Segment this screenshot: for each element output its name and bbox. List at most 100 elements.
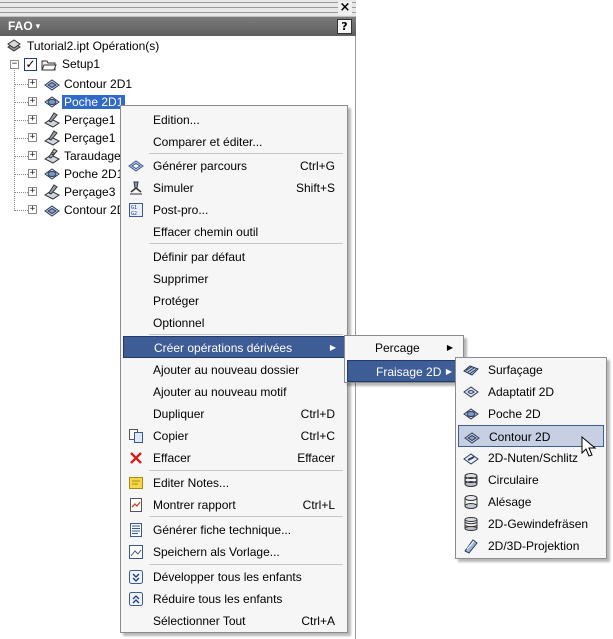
expand-all-icon — [129, 570, 143, 584]
menu-item-label: Effacer chemin outil — [153, 225, 259, 239]
tree-operation-label: Perçage1 — [64, 131, 116, 145]
menu-item-collapse-all-children[interactable]: Réduire tous les enfants — [123, 588, 345, 610]
pocket-icon — [44, 168, 60, 180]
menu-item-edit-notes[interactable]: Editer Notes... — [123, 472, 345, 494]
menu-item-expand-all-children[interactable]: Développer tous les enfants — [123, 566, 345, 588]
folder-open-icon — [41, 60, 57, 71]
menu-separator — [149, 243, 343, 244]
submenu-item-thread-milling-2d[interactable]: 2D-Gewindefräsen — [458, 513, 604, 535]
menu-item-compare-edit[interactable]: Comparer et éditer... — [123, 131, 345, 153]
menu-item-generate-toolpath[interactable]: Générer parcours Ctrl+G — [123, 155, 345, 177]
menu-item-label: Montrer rapport — [153, 498, 236, 512]
menu-item-protect[interactable]: Protéger — [123, 290, 345, 312]
tree-expand-toggle[interactable]: + — [28, 79, 37, 88]
tree-expand-toggle[interactable]: + — [28, 205, 37, 214]
tree-operation-item[interactable]: Perçage3 — [62, 183, 117, 201]
tree-operation-label: Taraudage — [64, 149, 121, 163]
tree-expand-toggle[interactable]: + — [28, 151, 37, 160]
tree-operation-label: Contour 2D — [64, 203, 126, 217]
tree-operation-item[interactable]: Contour 2D1 — [62, 75, 134, 93]
menu-item-create-derived-operations[interactable]: Créer opérations dérivées ▶ — [123, 336, 345, 358]
menu-item-shortcut: Ctrl+L — [302, 498, 335, 512]
tree-operation-label: Poche 2D1 — [64, 167, 124, 181]
tree-operation-item[interactable]: Contour 2D — [62, 201, 127, 219]
submenu-item-label: Poche 2D — [488, 407, 541, 421]
submenu-arrow-icon: ▶ — [445, 367, 452, 376]
menu-item-copy[interactable]: Copier Ctrl+C — [123, 425, 345, 447]
title-dropdown-icon[interactable]: ▾ — [36, 17, 41, 36]
collapse-all-icon — [129, 592, 143, 606]
menu-item-edit[interactable]: Edition... — [123, 109, 345, 131]
copy-icon — [129, 429, 143, 443]
menu-item-add-to-new-pattern[interactable]: Ajouter au nouveau motif — [123, 381, 345, 403]
menu-item-label: Editer Notes... — [153, 476, 230, 490]
menu-item-add-to-new-folder[interactable]: Ajouter au nouveau dossier — [123, 359, 345, 381]
menu-item-label: Post-pro... — [153, 203, 209, 217]
tree-operation-item[interactable]: Poche 2D1 — [62, 165, 125, 183]
drill-icon — [44, 184, 60, 200]
menu-item-delete[interactable]: Effacer Effacer — [123, 447, 345, 469]
close-icon[interactable]: × — [338, 1, 352, 15]
tree-expand-toggle[interactable]: + — [28, 115, 37, 124]
circular-icon — [464, 473, 478, 487]
menu-item-show-report[interactable]: Montrer rapport Ctrl+L — [123, 494, 345, 516]
submenu-item-label: 2D-Gewindefräsen — [488, 517, 589, 531]
tree-operation-label: Poche 2D1 — [62, 95, 126, 109]
submenu-item-facing[interactable]: Surfaçage — [458, 359, 604, 381]
simulate-icon — [130, 181, 142, 195]
note-icon — [129, 477, 143, 489]
tap-icon — [44, 148, 60, 164]
menu-item-select-all[interactable]: Sélectionner Tout Ctrl+A — [123, 610, 345, 632]
tree-operation-item[interactable]: Perçage1 — [62, 111, 117, 129]
submenu-item-pocket-2d[interactable]: Poche 2D — [458, 403, 604, 425]
submenu-arrow-icon: ▶ — [446, 343, 453, 352]
menu-item-label: Simuler — [153, 181, 194, 195]
tree-expand-toggle[interactable]: + — [28, 169, 37, 178]
menu-item-post-process[interactable]: G1 G2 Post-pro... — [123, 199, 345, 221]
submenu-item-label: Surfaçage — [488, 363, 543, 377]
palette-grip-bar[interactable]: × — [0, 0, 356, 17]
menu-item-shortcut: Shift+S — [295, 181, 335, 195]
menu-item-save-as-template[interactable]: Speichern als Vorlage... — [123, 541, 345, 563]
tree-operation-item[interactable]: Taraudage — [62, 147, 123, 165]
part-file-icon — [7, 39, 21, 52]
palette-title-bar[interactable]: FAO ▾ ? — [0, 17, 356, 36]
tree-operation-item[interactable]: Poche 2D1 — [62, 93, 126, 111]
derived-operations-submenu: Percage ▶ Fraisage 2D ▶ — [344, 335, 464, 383]
setup-checkbox[interactable]: ✓ — [24, 58, 37, 71]
submenu-item-milling-2d[interactable]: Fraisage 2D ▶ — [347, 360, 461, 382]
menu-item-label: Ajouter au nouveau motif — [153, 385, 287, 399]
menu-item-generate-setup-sheet[interactable]: Générer fiche technique... — [123, 519, 345, 541]
tree-operation-label: Contour 2D1 — [64, 77, 133, 91]
menu-item-label: Speichern als Vorlage... — [153, 545, 280, 559]
tree-setup[interactable]: Setup1 — [60, 55, 102, 73]
submenu-item-label: Alésage — [488, 495, 532, 509]
tree-operation-item[interactable]: Perçage1 — [62, 129, 117, 147]
menu-item-optional[interactable]: Optionnel — [123, 312, 345, 334]
menu-item-duplicate[interactable]: Dupliquer Ctrl+D — [123, 403, 345, 425]
tree-expand-toggle[interactable]: + — [28, 97, 37, 106]
pocket-icon — [44, 96, 60, 108]
menu-item-label: Edition... — [153, 113, 200, 127]
setup-collapse-toggle[interactable]: − — [10, 60, 19, 69]
submenu-item-label: Fraisage 2D — [376, 365, 442, 379]
menu-item-suppress[interactable]: Supprimer — [123, 268, 345, 290]
menu-item-label: Réduire tous les enfants — [153, 592, 283, 606]
menu-item-set-default[interactable]: Définir par défaut — [123, 246, 345, 268]
menu-item-clear-toolpath[interactable]: Effacer chemin outil — [123, 221, 345, 243]
menu-item-label: Dupliquer — [153, 407, 205, 421]
tree-expand-toggle[interactable]: + — [28, 133, 37, 142]
help-icon[interactable]: ? — [337, 19, 352, 34]
submenu-item-circular[interactable]: Circulaire — [458, 469, 604, 491]
tree-expand-toggle[interactable]: + — [28, 187, 37, 196]
menu-item-simulate[interactable]: Simuler Shift+S — [123, 177, 345, 199]
thread-mill-icon — [464, 517, 478, 531]
submenu-item-projection-2d-3d[interactable]: 2D/3D-Projektion — [458, 535, 604, 557]
contour-icon — [44, 205, 60, 217]
menu-separator — [149, 470, 343, 471]
submenu-item-label: Circulaire — [488, 473, 539, 487]
submenu-item-drilling[interactable]: Percage ▶ — [347, 337, 461, 359]
drill-icon — [44, 130, 60, 146]
submenu-item-bore[interactable]: Alésage — [458, 491, 604, 513]
submenu-item-adaptive-2d[interactable]: Adaptatif 2D — [458, 381, 604, 403]
